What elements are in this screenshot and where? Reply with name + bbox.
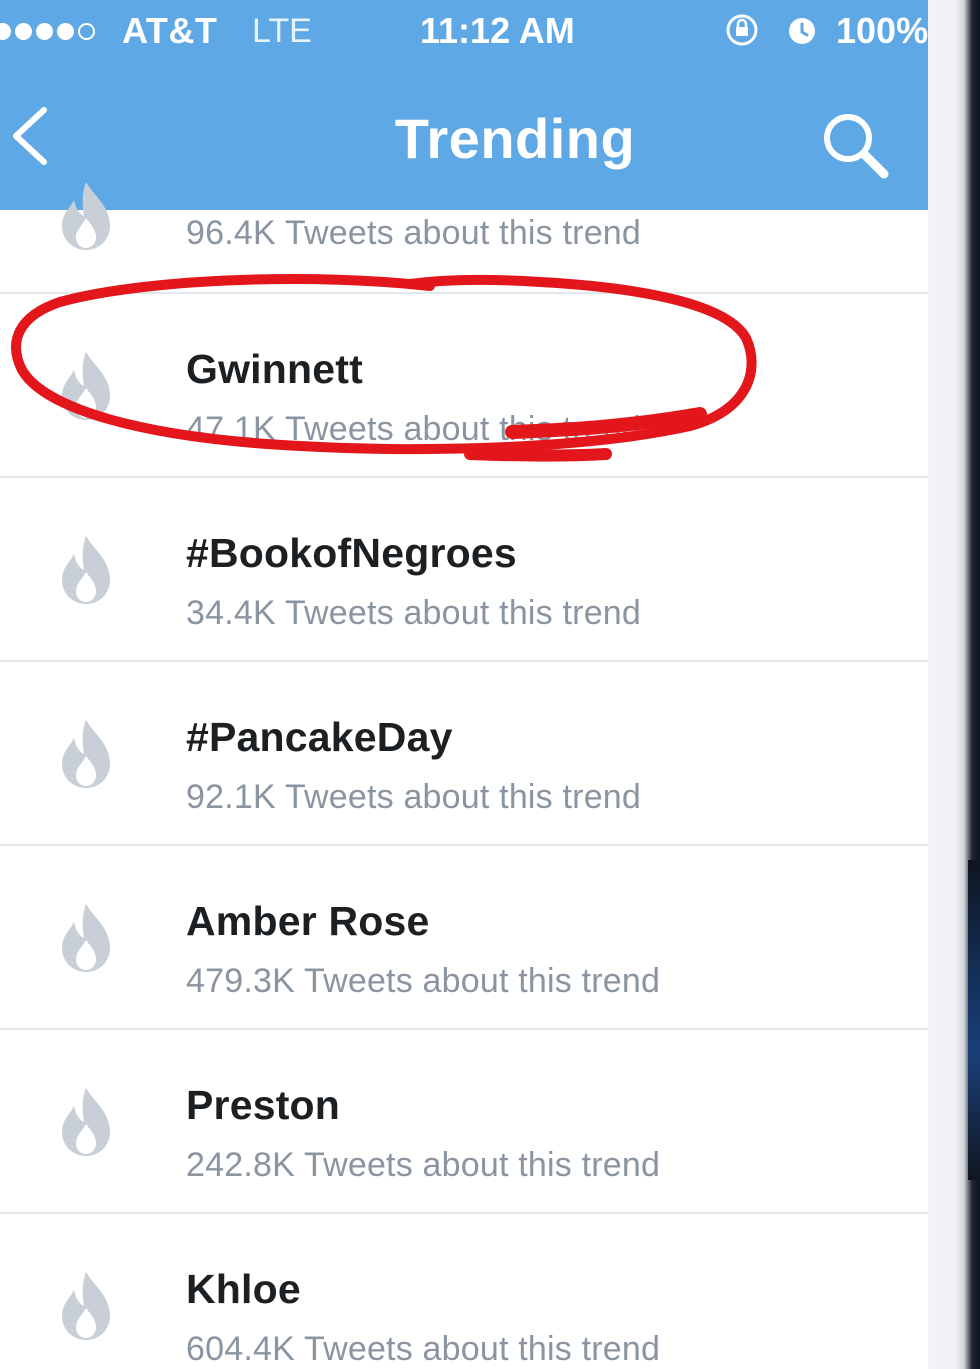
- header: AT&T LTE 11:12 AM 100% Trending: [0, 0, 928, 210]
- trend-tweet-count: 34.4K Tweets about this trend: [186, 594, 642, 632]
- flame-icon: [62, 720, 110, 788]
- photo-edge-background: [928, 0, 980, 1369]
- trend-tweet-count: 479.3K Tweets about this trend: [186, 962, 661, 1000]
- search-icon[interactable]: [818, 108, 892, 182]
- list-item[interactable]: #BookofNegroes 34.4K Tweets about this t…: [0, 478, 928, 662]
- signal-dot: [0, 22, 11, 40]
- flame-icon: [62, 352, 110, 420]
- trend-title: Amber Rose: [186, 898, 430, 944]
- trend-tweet-count: 47.1K Tweets about this trend: [186, 410, 642, 448]
- trend-tweet-count: 242.8K Tweets about this trend: [186, 1146, 661, 1184]
- network-type: LTE: [252, 12, 312, 50]
- signal-dot: [15, 22, 32, 40]
- signal-dot: [36, 22, 53, 40]
- flame-icon: [62, 904, 110, 972]
- trend-title: Gwinnett: [186, 346, 363, 392]
- carrier-name: AT&T: [122, 10, 218, 51]
- battery-percentage: 100%: [836, 10, 928, 51]
- trend-tweet-count: 92.1K Tweets about this trend: [186, 778, 642, 816]
- trend-title: Preston: [186, 1082, 341, 1128]
- trend-title: Khloe: [186, 1266, 301, 1312]
- list-item[interactable]: #PancakeDay 92.1K Tweets about this tren…: [0, 662, 928, 846]
- list-item[interactable]: Amber Rose 479.3K Tweets about this tren…: [0, 846, 928, 1030]
- flame-icon: [62, 182, 110, 250]
- list-item[interactable]: Gwinnett 47.1K Tweets about this trend: [0, 294, 928, 478]
- flame-icon: [62, 1272, 110, 1340]
- trend-tweet-count: 96.4K Tweets about this trend: [186, 214, 642, 252]
- list-item[interactable]: 96.4K Tweets about this trend: [0, 182, 928, 294]
- trend-title: #PancakeDay: [186, 714, 453, 760]
- status-bar: AT&T LTE 11:12 AM 100%: [0, 0, 928, 62]
- background-glow: [968, 860, 980, 1180]
- signal-dot: [57, 22, 74, 40]
- trend-tweet-count: 604.4K Tweets about this trend: [186, 1330, 661, 1368]
- list-item[interactable]: Khloe 604.4K Tweets about this trend: [0, 1214, 928, 1369]
- twitter-trending-screen: AT&T LTE 11:12 AM 100% Trending 96.4K Tw…: [0, 0, 928, 1369]
- clock: 11:12 AM: [420, 10, 575, 51]
- list-item[interactable]: Preston 242.8K Tweets about this trend: [0, 1030, 928, 1214]
- signal-strength-icon: [0, 22, 95, 40]
- flame-icon: [62, 1088, 110, 1156]
- page-title: Trending: [394, 107, 636, 170]
- navigation-bar: Trending: [0, 62, 928, 210]
- signal-dot-empty: [78, 22, 95, 40]
- trend-title: #BookofNegroes: [186, 530, 517, 576]
- alarm-icon: [789, 18, 815, 44]
- flame-icon: [62, 536, 110, 604]
- orientation-lock-icon: [726, 14, 758, 46]
